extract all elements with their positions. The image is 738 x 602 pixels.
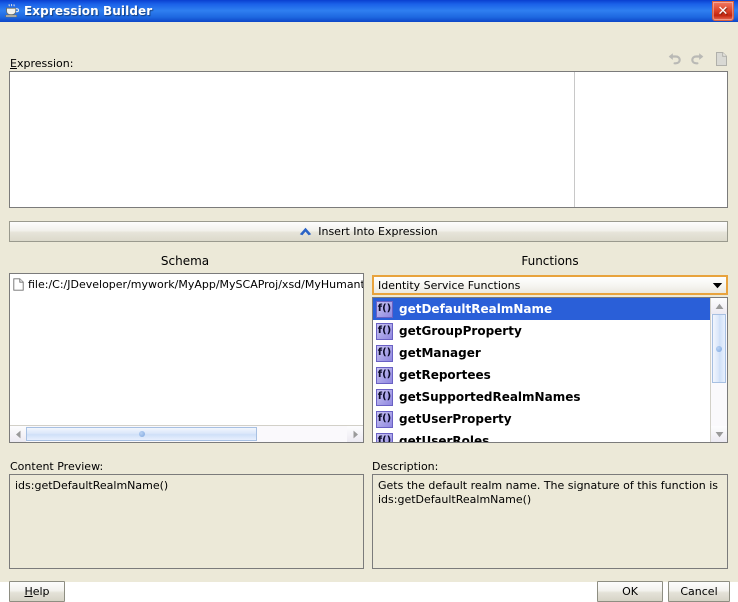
document-icon (12, 277, 24, 291)
schema-panel: file:/C:/JDeveloper/mywork/MyApp/MySCAPr… (9, 273, 364, 443)
ok-button[interactable]: OK (597, 581, 663, 602)
content-preview-label: Content Preview: (10, 460, 104, 473)
scroll-down-arrow-icon[interactable] (711, 426, 727, 442)
title-bar: Expression Builder ✕ (0, 0, 738, 22)
expression-label-mnemonic: E (10, 56, 17, 70)
schema-tree[interactable]: file:/C:/JDeveloper/mywork/MyApp/MySCAPr… (10, 274, 363, 425)
window-title: Expression Builder (24, 4, 153, 18)
scroll-up-arrow-icon[interactable] (711, 298, 727, 314)
schema-tree-node-label: file:/C:/JDeveloper/mywork/MyApp/MySCAPr… (28, 277, 363, 291)
expression-label-rest: xpression: (16, 56, 74, 70)
schema-hscroll-thumb[interactable] (26, 427, 258, 441)
functions-list[interactable]: f() getDefaultRealmName f() getGroupProp… (373, 298, 710, 442)
schema-tree-node[interactable]: file:/C:/JDeveloper/mywork/MyApp/MySCAPr… (12, 276, 363, 292)
dialog-body: Expression: Insert Into Expression Schem… (0, 22, 738, 602)
help-button[interactable]: Help (9, 581, 65, 602)
list-item[interactable]: f() getGroupProperty (373, 320, 710, 342)
list-item[interactable]: f() getUserRoles (373, 430, 710, 442)
ok-button-label: OK (622, 585, 638, 598)
expression-textarea[interactable] (9, 71, 728, 208)
function-icon: f() (376, 322, 393, 340)
functions-category-select[interactable]: Identity Service Functions (372, 275, 728, 295)
expression-label: Expression: (10, 56, 73, 70)
function-icon: f() (376, 432, 393, 442)
function-label: getUserRoles (399, 434, 490, 442)
clear-document-icon[interactable] (713, 50, 730, 67)
scroll-right-arrow-icon[interactable] (347, 426, 363, 442)
functions-category-value: Identity Service Functions (378, 278, 521, 292)
chevron-down-icon[interactable] (709, 277, 726, 293)
content-preview-box: ids:getDefaultRealmName() (9, 474, 364, 569)
expression-builder-dialog: Expression Builder ✕ Expression: Insert … (0, 0, 738, 602)
scroll-grip-icon (138, 431, 145, 437)
functions-list-panel: f() getDefaultRealmName f() getGroupProp… (372, 297, 728, 443)
functions-vscroll-track[interactable] (711, 314, 727, 426)
functions-vscroll-thumb[interactable] (712, 314, 726, 384)
scroll-grip-icon (716, 345, 722, 352)
function-icon: f() (376, 410, 393, 428)
list-item[interactable]: f() getDefaultRealmName (373, 298, 710, 320)
chevron-up-icon (299, 227, 312, 237)
schema-horizontal-scrollbar[interactable] (10, 425, 363, 442)
close-button[interactable]: ✕ (712, 1, 734, 21)
undo-icon[interactable] (665, 50, 682, 67)
cancel-button-label: Cancel (680, 585, 718, 598)
function-label: getGroupProperty (399, 324, 522, 338)
close-icon: ✕ (717, 3, 729, 19)
function-icon: f() (376, 388, 393, 406)
functions-vertical-scrollbar[interactable] (710, 298, 727, 442)
redo-icon[interactable] (689, 50, 706, 67)
help-button-label: elp (32, 585, 50, 598)
description-label: Description: (372, 460, 439, 473)
function-label: getUserProperty (399, 412, 512, 426)
list-item[interactable]: f() getManager (373, 342, 710, 364)
expression-editor[interactable] (10, 72, 575, 207)
function-icon: f() (376, 366, 393, 384)
function-label: getReportees (399, 368, 491, 382)
expression-toolbar (665, 50, 730, 67)
function-icon: f() (376, 344, 393, 362)
list-item[interactable]: f() getSupportedRealmNames (373, 386, 710, 408)
expression-side-pane[interactable] (575, 72, 727, 213)
function-label: getSupportedRealmNames (399, 390, 581, 404)
insert-into-expression-button[interactable]: Insert Into Expression (9, 221, 728, 242)
list-item[interactable]: f() getReportees (373, 364, 710, 386)
java-coffee-cup-icon (3, 3, 20, 20)
functions-heading: Functions (521, 254, 579, 268)
function-label: getManager (399, 346, 481, 360)
function-label: getDefaultRealmName (399, 302, 553, 316)
schema-heading: Schema (160, 254, 210, 268)
help-button-mnemonic: H (24, 585, 33, 598)
cancel-button[interactable]: Cancel (668, 581, 730, 602)
scroll-left-arrow-icon[interactable] (10, 426, 26, 442)
insert-into-expression-label: Insert Into Expression (318, 225, 438, 238)
function-icon: f() (376, 300, 393, 318)
description-box: Gets the default realm name. The signatu… (372, 474, 728, 569)
schema-hscroll-track[interactable] (26, 426, 347, 442)
list-item[interactable]: f() getUserProperty (373, 408, 710, 430)
